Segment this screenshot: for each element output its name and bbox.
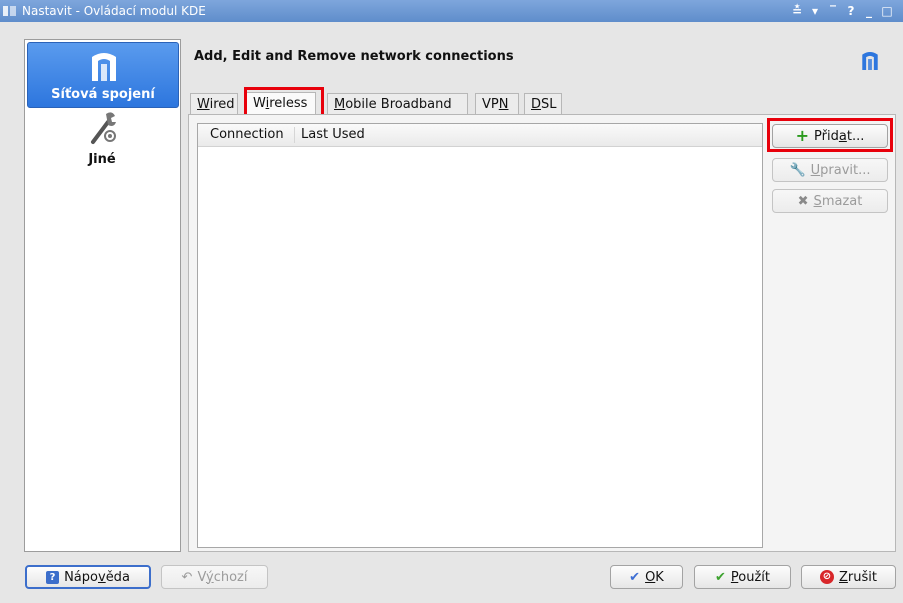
edit-button[interactable]: 🔧 Upravit... [772,158,888,182]
tools-icon [91,112,116,144]
column-divider [294,127,295,143]
delete-icon: ✖ [797,193,809,209]
shade-icon[interactable]: ▾ [809,4,821,18]
add-button-highlight [767,118,893,152]
minimize-icon[interactable]: _ [863,4,875,18]
tab-wired[interactable]: Wired [190,93,238,115]
help-icon: ? [46,570,60,584]
apply-icon: ✔ [714,569,726,585]
defaults-icon: ↶ [181,569,193,585]
tab-dsl[interactable]: DSL [524,93,562,115]
delete-button-label: Smazat [813,193,863,209]
help-button-label: Nápověda [64,569,130,585]
tab-panel: Connection Last Used + Přidat... 🔧 Uprav… [188,114,896,552]
keep-above-icon[interactable]: ≛ [791,4,803,18]
sidebar-item-label: Síťová spojení [51,87,155,102]
check-icon: ✔ [629,569,641,585]
page-title: Add, Edit and Remove network connections [194,49,514,64]
defaults-button-label: Výchozí [197,569,248,585]
apply-button-label: Použít [730,569,771,585]
edit-button-label: Upravit... [810,162,871,178]
window-titlebar[interactable]: Nastavit - Ovládací modul KDE ≛ ▾ ‾ ? _ … [0,0,903,22]
help-button[interactable]: ? Nápověda [25,565,151,589]
sidebar-item-label: Jiné [88,152,116,167]
network-manager-icon [92,53,116,81]
help-icon[interactable]: ? [845,4,857,18]
edit-icon: 🔧 [789,162,806,178]
keep-below-icon[interactable]: ‾ [827,4,839,18]
ok-button-label: OK [645,569,664,585]
network-manager-icon [862,52,878,70]
delete-button[interactable]: ✖ Smazat [772,189,888,213]
cancel-button[interactable]: ⊘ Zrušit [801,565,896,589]
maximize-icon[interactable]: □ [881,4,893,18]
column-connection[interactable]: Connection [210,127,284,142]
apply-button[interactable]: ✔ Použít [694,565,791,589]
column-last-used[interactable]: Last Used [301,127,365,142]
tab-mobile-broadband[interactable]: Mobile Broadband [327,93,468,115]
tab-vpn[interactable]: VPN [475,93,519,115]
window-title: Nastavit - Ovládací modul KDE [22,4,206,18]
defaults-button[interactable]: ↶ Výchozí [161,565,268,589]
window-controls: ≛ ▾ ‾ ? _ □ [791,3,893,19]
list-header: Connection Last Used [198,124,762,147]
cancel-icon: ⊘ [820,570,834,584]
connections-list[interactable]: Connection Last Used [197,123,763,548]
app-icon [3,6,16,16]
cancel-button-label: Zrušit [839,569,877,585]
sidebar-item-network-connections[interactable]: Síťová spojení [27,42,179,108]
category-sidebar: Síťová spojení Jiné [24,39,181,552]
sidebar-item-other[interactable]: Jiné [27,108,177,168]
ok-button[interactable]: ✔ OK [610,565,683,589]
